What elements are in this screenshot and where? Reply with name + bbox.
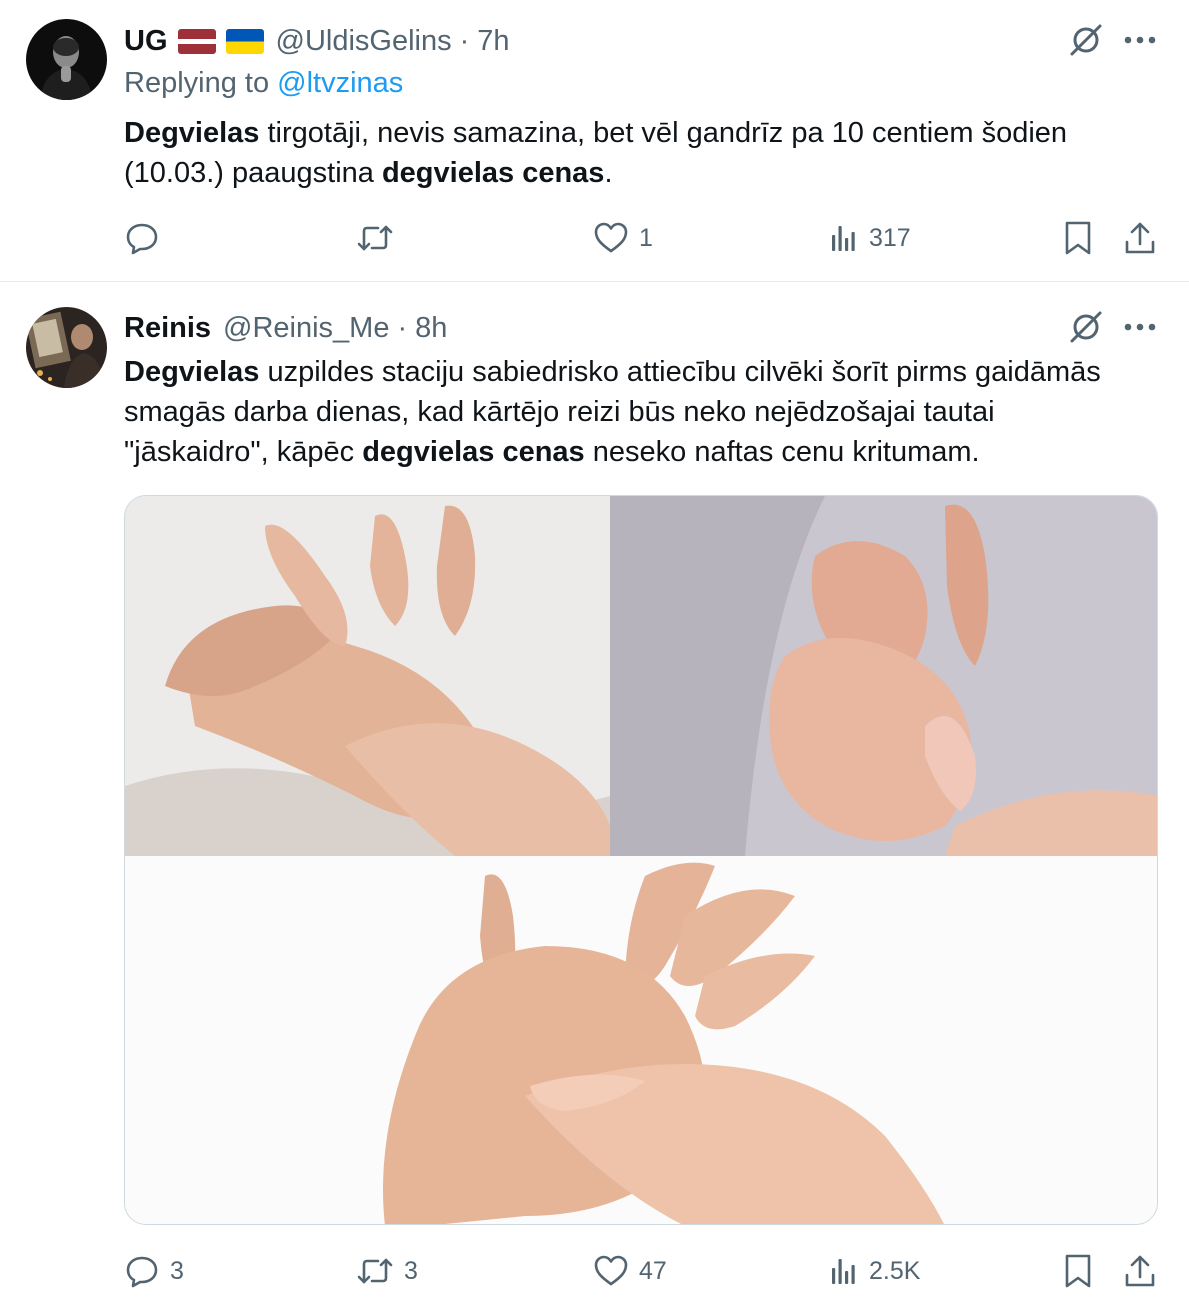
retweet-count: 3: [404, 1256, 418, 1285]
text-segment: neseko naftas cenu kritumam.: [584, 436, 980, 468]
text-bold: Degvielas: [124, 356, 260, 388]
heart-icon: [593, 1254, 629, 1288]
views-icon: [829, 223, 859, 253]
timestamp[interactable]: 8h: [415, 312, 447, 345]
latvia-flag-icon: [177, 28, 216, 54]
views-count: 2.5K: [869, 1256, 921, 1285]
separator-dot: ·: [459, 24, 470, 57]
like-count: 47: [639, 1256, 667, 1285]
bookmark-icon: [1062, 1253, 1094, 1289]
share-icon: [1123, 220, 1157, 256]
timestamp[interactable]: 7h: [477, 25, 509, 58]
views-icon: [829, 1256, 859, 1286]
more-icon[interactable]: [1120, 20, 1160, 60]
action-bar: 3 3 47 2.5K: [0, 1251, 1189, 1291]
bookmark-button[interactable]: [1062, 1251, 1094, 1291]
tweet-media-image[interactable]: [124, 495, 1158, 1225]
share-button[interactable]: [1123, 218, 1157, 258]
replying-mention-link[interactable]: @ltvzinas: [277, 67, 403, 99]
tweet-header: Reinis @Reinis_Me · 8h: [124, 308, 447, 348]
avatar[interactable]: [26, 307, 107, 388]
bookmark-button[interactable]: [1062, 218, 1094, 258]
share-icon: [1123, 1253, 1157, 1289]
heart-icon: [593, 221, 629, 255]
replying-prefix: Replying to: [124, 67, 270, 99]
tweet-ug[interactable]: UG @UldisGelins · 7h Replying to @ltvzin…: [0, 0, 1189, 282]
views-button[interactable]: 2.5K: [829, 1251, 920, 1291]
tweet-text: Degvielas tirgotāji, nevis samazina, bet…: [124, 113, 1134, 193]
tweet-text: Degvielas uzpildes staciju sabiedrisko a…: [124, 352, 1134, 472]
more-icon[interactable]: [1120, 307, 1160, 347]
action-bar: 1 317: [0, 218, 1189, 258]
reply-button[interactable]: 3: [124, 1251, 184, 1291]
retweet-icon: [356, 1254, 394, 1288]
tweet-header: UG @UldisGelins · 7h: [124, 21, 510, 61]
author-handle[interactable]: @UldisGelins: [276, 25, 452, 58]
text-bold: degvielas cenas: [362, 436, 585, 468]
views-count: 317: [869, 223, 911, 252]
replying-to: Replying to @ltvzinas: [124, 67, 403, 100]
reply-button[interactable]: [124, 218, 170, 258]
text-segment: .: [604, 157, 613, 189]
share-button[interactable]: [1123, 1251, 1157, 1291]
grok-icon[interactable]: [1066, 20, 1106, 60]
like-count: 1: [639, 223, 653, 252]
reply-icon: [124, 1253, 160, 1289]
author-handle[interactable]: @Reinis_Me: [223, 312, 389, 345]
text-bold: degvielas cenas: [381, 157, 605, 189]
retweet-button[interactable]: 3: [356, 1251, 418, 1291]
retweet-icon: [356, 221, 394, 255]
reply-count: 3: [170, 1256, 184, 1285]
like-button[interactable]: 47: [593, 1251, 667, 1291]
retweet-button[interactable]: [356, 218, 404, 258]
grok-icon[interactable]: [1066, 307, 1106, 347]
reply-icon: [124, 220, 160, 256]
author-name[interactable]: Reinis: [124, 312, 211, 345]
avatar[interactable]: [26, 19, 107, 100]
views-button[interactable]: 317: [829, 218, 911, 258]
separator-dot: ·: [397, 311, 408, 344]
text-bold: Degvielas: [124, 117, 260, 149]
author-name[interactable]: UG: [124, 25, 168, 58]
ukraine-flag-icon: [225, 28, 264, 54]
bookmark-icon: [1062, 220, 1094, 256]
like-button[interactable]: 1: [593, 218, 653, 258]
tweet-reinis[interactable]: Reinis @Reinis_Me · 8h Degvielas uzpilde…: [0, 283, 1189, 1312]
